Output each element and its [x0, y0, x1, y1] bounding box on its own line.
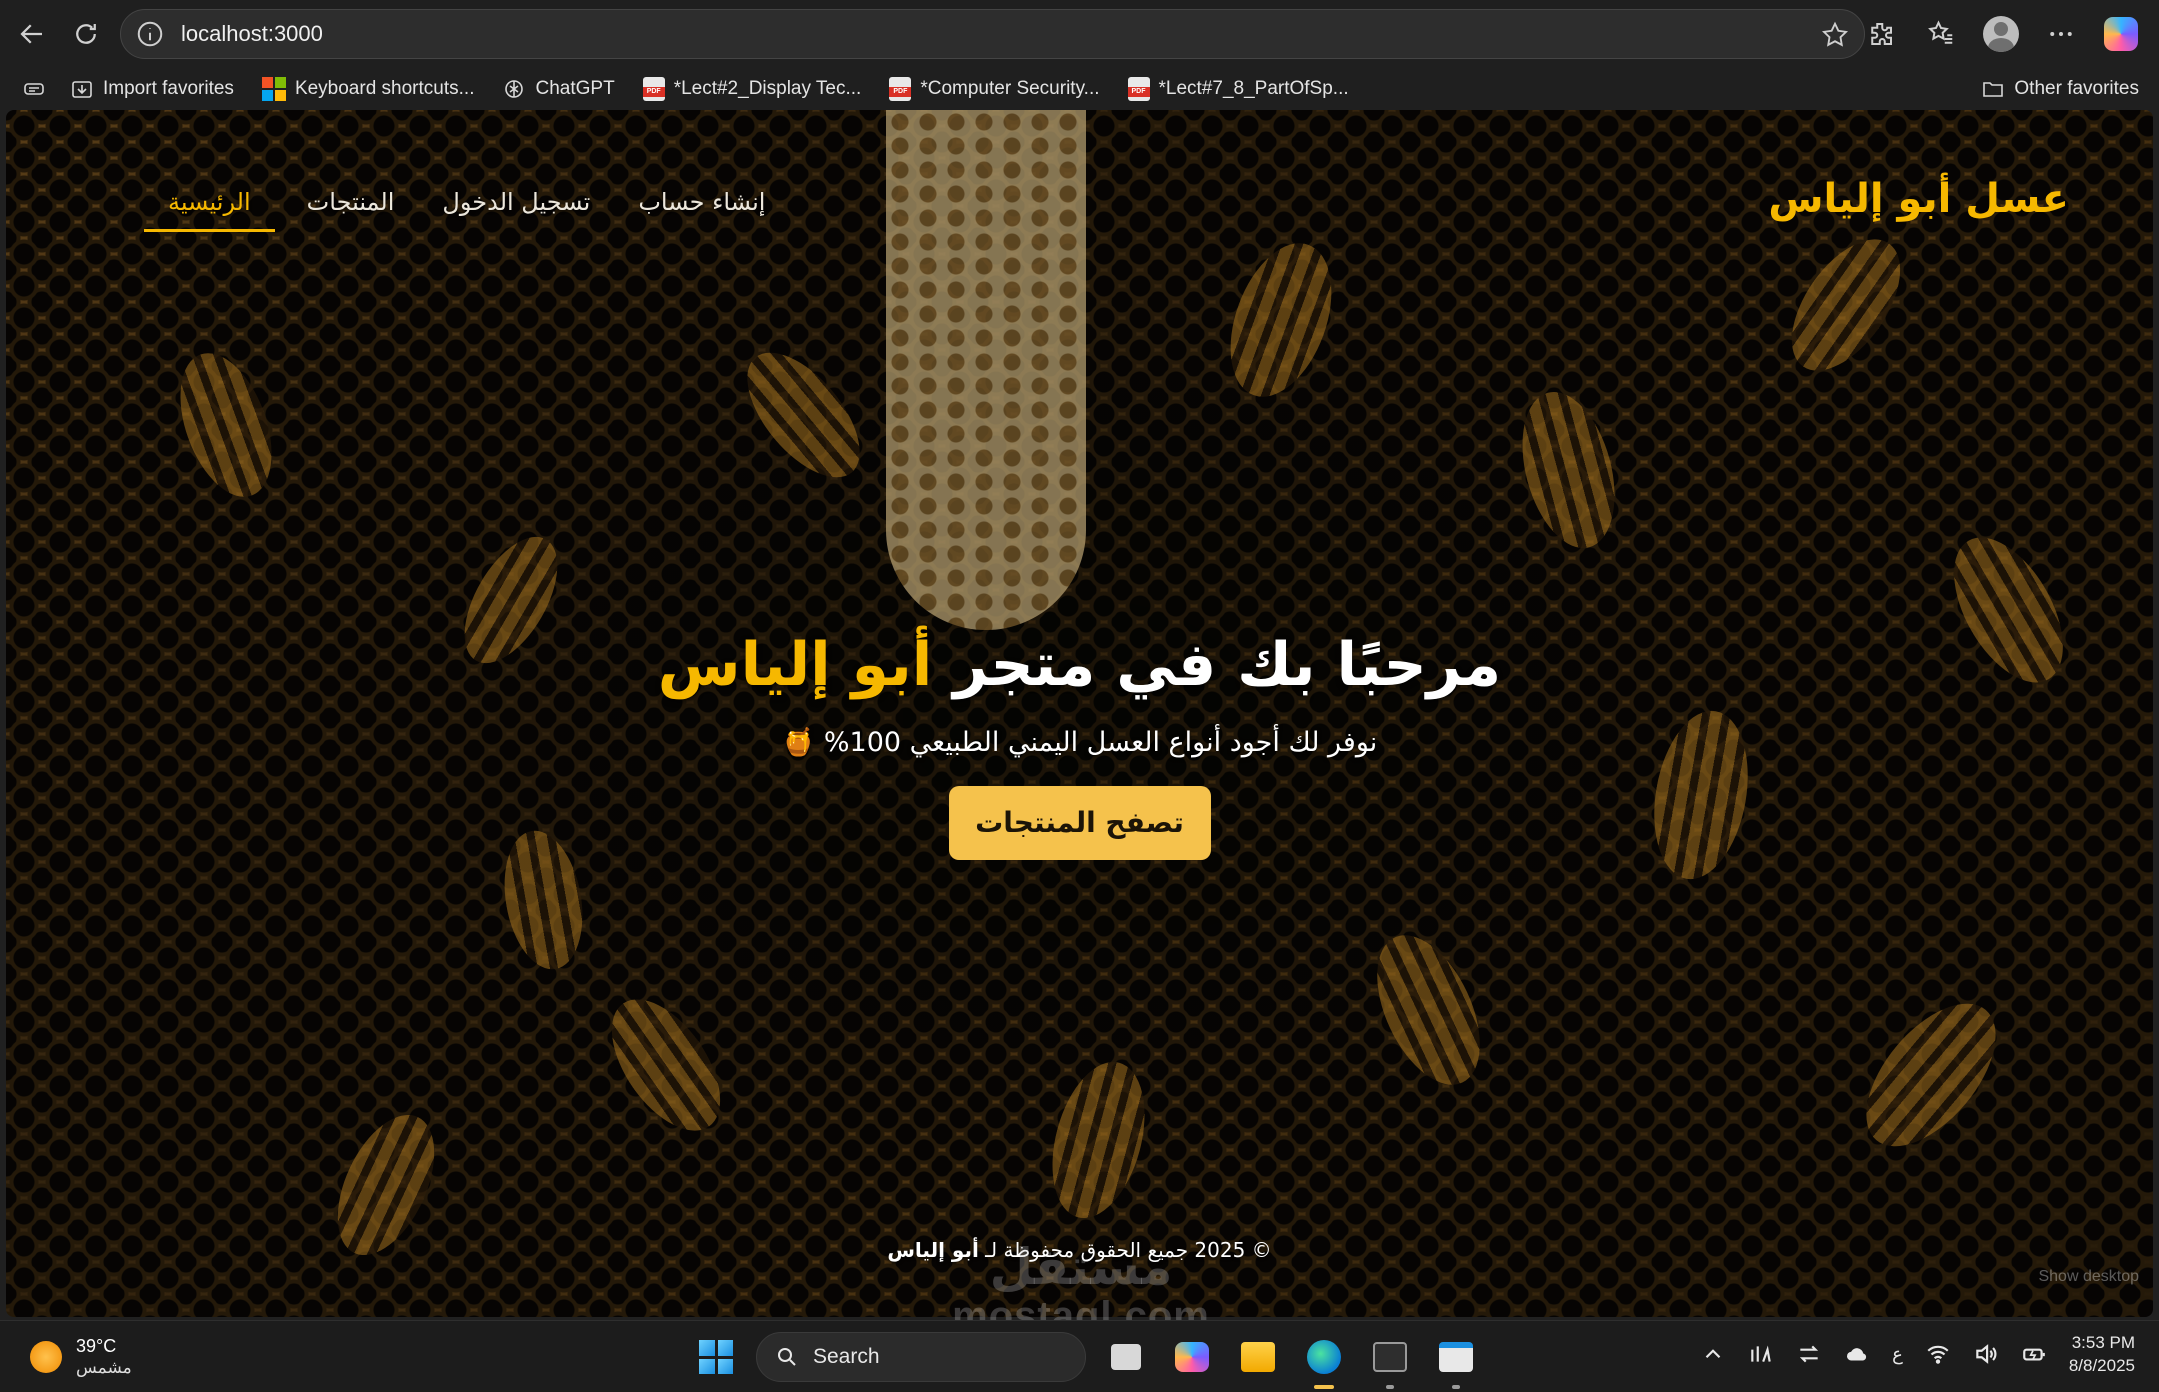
search-icon [778, 1348, 796, 1366]
task-view-button[interactable] [1100, 1331, 1152, 1383]
back-arrow-icon [20, 24, 42, 44]
clock-date: 8/8/2025 [2068, 1356, 2135, 1375]
copilot-icon [2104, 17, 2138, 51]
collections-icon [24, 83, 44, 95]
folder-icon [1241, 1342, 1275, 1372]
temperature: 39°C [76, 1336, 117, 1356]
app-window-icon [1439, 1342, 1473, 1372]
site-logo[interactable]: عسل أبو إلياس [1768, 176, 2069, 222]
chatgpt-icon [505, 80, 524, 98]
main-nav: الرئيسية المنتجات تسجيل الدخول إنشاء حسا… [136, 180, 789, 232]
hero-title-accent: أبو إلياس [657, 630, 933, 700]
sync-arrows-icon[interactable] [1796, 1341, 1822, 1367]
bookmark-label: *Computer Security... [920, 78, 1100, 99]
nav-home[interactable]: الرئيسية [144, 180, 275, 232]
more-options-button[interactable] [2035, 8, 2087, 60]
battery-icon[interactable] [2021, 1341, 2047, 1367]
bookmark-keyboard-shortcuts[interactable]: Keyboard shortcuts... [248, 77, 489, 101]
bookmarks-bar: Import favorites Keyboard shortcuts... C… [0, 68, 2159, 110]
hero-title: مرحبًا بك في متجر أبو إلياس [6, 630, 2153, 700]
terminal-icon [1373, 1342, 1407, 1372]
chart-app-icon[interactable] [1748, 1341, 1774, 1367]
volume-icon[interactable] [1973, 1341, 1999, 1367]
copilot-button[interactable] [2095, 8, 2147, 60]
bookmark-lect2[interactable]: *Lect#2_Display Tec... [629, 77, 876, 101]
chevron-up-icon[interactable] [1700, 1341, 1726, 1367]
pdf-icon [1127, 77, 1150, 101]
copilot-app[interactable] [1166, 1331, 1218, 1383]
onedrive-cloud-icon[interactable] [1844, 1341, 1870, 1367]
nav-login[interactable]: تسجيل الدخول [418, 180, 614, 232]
favorite-star-icon[interactable] [1820, 20, 1850, 50]
weather-condition: مشمس [76, 1358, 132, 1378]
input-language[interactable]: ع [1892, 1344, 1903, 1365]
url-text[interactable]: localhost:3000 [181, 21, 323, 47]
avatar [1983, 16, 2019, 52]
nav-products[interactable]: المنتجات [283, 180, 419, 232]
folder-icon [1983, 82, 2004, 97]
extensions-button[interactable] [1855, 8, 1907, 60]
hero-section: مرحبًا بك في متجر أبو إلياس نوفر لك أجود… [6, 630, 2153, 860]
favorites-list-icon [1928, 20, 1953, 44]
puzzle-icon [1871, 23, 1892, 45]
other-favorites-label: Other favorites [2014, 78, 2139, 99]
show-desktop-tooltip: Show desktop [2038, 1268, 2139, 1285]
system-tray: ع 3:53 PM 8/8/2025 [1700, 1331, 2135, 1377]
refresh-icon [76, 24, 96, 44]
bookmark-label: Import favorites [103, 78, 234, 99]
ellipsis-icon [2050, 32, 2072, 36]
pdf-icon [642, 77, 665, 101]
watermark-arabic: مستقل [989, 1238, 1173, 1296]
terminal-app[interactable] [1364, 1331, 1416, 1389]
page-viewport: عسل أبو إلياس الرئيسية المنتجات تسجيل ال… [6, 110, 2153, 1317]
other-favorites-folder[interactable]: Other favorites [1967, 68, 2153, 110]
edge-icon [1307, 1340, 1341, 1374]
nav-signup[interactable]: إنشاء حساب [614, 180, 789, 232]
toolbar-right [1855, 8, 2159, 60]
taskbar: 39°C مشمس Search ع 3:53 PM 8/8/2025 [0, 1320, 2159, 1392]
search-label: Search [813, 1345, 880, 1368]
clock-time: 3:53 PM [2071, 1333, 2135, 1352]
taskbar-search[interactable]: Search [756, 1332, 1086, 1382]
browse-products-button[interactable]: تصفح المنتجات [948, 786, 1211, 860]
bookmark-lect7[interactable]: *Lect#7_8_PartOfSp... [1114, 77, 1363, 101]
address-bar[interactable]: localhost:3000 [120, 9, 1865, 59]
sun-icon [30, 1341, 62, 1373]
refresh-button[interactable] [60, 8, 112, 60]
hero-title-main: مرحبًا بك في متجر [932, 630, 1502, 700]
window-app[interactable] [1430, 1331, 1482, 1389]
back-button[interactable] [6, 8, 58, 60]
clock[interactable]: 3:53 PM 8/8/2025 [2069, 1331, 2135, 1377]
task-view-icon [1111, 1344, 1141, 1370]
collections-button[interactable] [0, 77, 56, 101]
bookmark-label: ChatGPT [535, 78, 615, 99]
file-explorer-app[interactable] [1232, 1331, 1284, 1383]
bookmark-label: *Lect#2_Display Tec... [673, 78, 862, 99]
start-button[interactable] [690, 1331, 742, 1383]
microsoft-icon [261, 77, 286, 101]
bookmark-computer-security[interactable]: *Computer Security... [875, 77, 1113, 101]
hero-subtitle: نوفر لك أجود أنواع العسل اليمني الطبيعي … [781, 727, 1378, 758]
bookmark-label: Keyboard shortcuts... [294, 78, 475, 99]
edge-app[interactable] [1298, 1331, 1350, 1389]
copilot-icon [1175, 1342, 1209, 1372]
import-icon [72, 81, 92, 98]
windows-icon [699, 1340, 733, 1374]
browser-toolbar: localhost:3000 [0, 0, 2159, 68]
weather-widget[interactable]: 39°C مشمس [30, 1335, 132, 1379]
bookmark-label: *Lect#7_8_PartOfSp... [1158, 78, 1349, 99]
taskbar-center: Search [690, 1331, 1482, 1389]
site-info-icon[interactable] [135, 19, 165, 49]
bookmark-chatgpt[interactable]: ChatGPT [488, 77, 628, 101]
pdf-icon [889, 77, 912, 101]
favorites-button[interactable] [1915, 8, 1967, 60]
bookmark-import-favorites[interactable]: Import favorites [56, 77, 248, 101]
wifi-icon[interactable] [1925, 1341, 1951, 1367]
profile-button[interactable] [1975, 8, 2027, 60]
